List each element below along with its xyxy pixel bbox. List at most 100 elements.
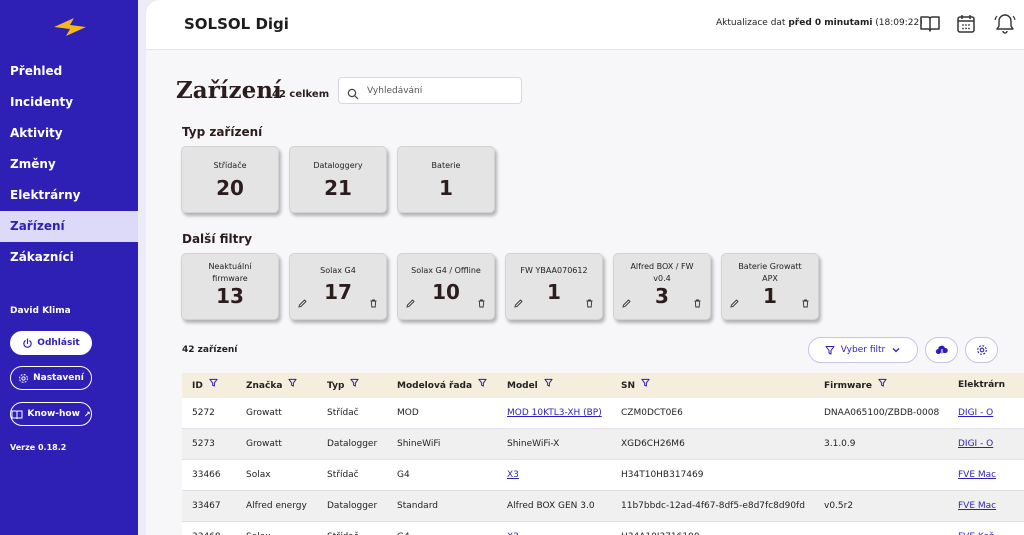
column-filter-icon[interactable] xyxy=(641,373,650,398)
version-label: Verze 0.18.2 xyxy=(10,443,67,452)
sidebar-item-3[interactable]: Změny xyxy=(0,149,138,180)
book-icon[interactable] xyxy=(918,12,942,36)
table-cell[interactable]: DIGI - O xyxy=(958,398,993,429)
column-header-label: ID xyxy=(192,381,203,391)
table-cell: Střídač xyxy=(327,522,359,535)
column-filter-icon[interactable] xyxy=(288,373,298,398)
sidebar-item-4[interactable]: Elektrárny xyxy=(0,180,138,211)
filter-card[interactable]: Neaktuální firmware 13 xyxy=(181,253,279,320)
column-filter-icon[interactable] xyxy=(878,373,887,398)
column-filter-icon[interactable] xyxy=(478,373,487,398)
pencil-icon[interactable] xyxy=(298,293,307,312)
column-header-label: Model xyxy=(507,381,538,391)
device-type-card[interactable]: Střídače 20 xyxy=(181,146,279,213)
trash-icon[interactable] xyxy=(369,293,378,312)
app-title: SOLSOL Digi xyxy=(184,15,289,33)
table-row[interactable]: 33467 Alfred energy Datalogger Standard Alfr… xyxy=(182,491,1024,522)
column-header-label: Značka xyxy=(246,381,283,391)
filter-card[interactable]: Solax G4 / Offline 10 xyxy=(397,253,495,320)
device-type-card[interactable]: Baterie 1 xyxy=(397,146,495,213)
sidebar-item-1[interactable]: Incidenty xyxy=(0,87,138,118)
sidebar-item-6[interactable]: Zákazníci xyxy=(0,242,138,273)
column-filter-icon[interactable] xyxy=(350,373,359,398)
table-cell: G4 xyxy=(397,470,410,480)
table-settings-button[interactable] xyxy=(965,337,998,363)
table-cell: Alfred energy xyxy=(246,501,307,511)
logout-button[interactable]: Odhlásit xyxy=(10,331,92,355)
table-cell: 3.1.0.9 xyxy=(824,439,856,449)
sidebar-item-0[interactable]: Přehled xyxy=(0,56,138,87)
table-cell: H34A10I3716190 xyxy=(621,522,700,535)
select-filter-button[interactable]: Vyber filtr xyxy=(808,337,918,363)
table-cell: Standard xyxy=(397,501,438,511)
column-header[interactable]: Model xyxy=(507,373,553,398)
bell-icon[interactable] xyxy=(990,12,1020,36)
table-cell[interactable]: X3 xyxy=(507,460,519,491)
column-filter-icon[interactable] xyxy=(209,373,218,398)
column-header[interactable]: Typ xyxy=(327,373,359,398)
column-header[interactable]: ID xyxy=(192,373,218,398)
table-cell: DNAA065100/ZBDB-0008 xyxy=(824,408,940,418)
cloud-download-button[interactable] xyxy=(925,337,958,363)
filter-card[interactable]: FW YBAA070612 1 xyxy=(505,253,603,320)
power-icon xyxy=(23,337,33,348)
trash-icon[interactable] xyxy=(693,293,702,312)
column-header-label: SN xyxy=(621,381,636,391)
table-cell: Datalogger xyxy=(327,501,378,511)
column-header[interactable]: Elektrárn xyxy=(958,373,1005,398)
card-label: Solax G4 xyxy=(320,266,356,275)
table-cell[interactable]: FVE Mac xyxy=(958,491,996,522)
filter-icon xyxy=(825,346,835,355)
pencil-icon[interactable] xyxy=(406,293,415,312)
table-cell[interactable]: DIGI - O xyxy=(958,429,993,460)
trash-icon[interactable] xyxy=(585,293,594,312)
table-cell: 33467 xyxy=(192,501,221,511)
sidebar: Přehled Incidenty Aktivity Změny Elektrárny Z… xyxy=(0,0,138,535)
main-panel: SOLSOL Digi Aktualizace dat před 0 minut… xyxy=(146,0,1024,535)
device-type-card[interactable]: Dataloggery 21 xyxy=(289,146,387,213)
trash-icon[interactable] xyxy=(477,293,486,312)
table-cell: Alfred BOX GEN 3.0 xyxy=(507,501,595,511)
table-row[interactable]: 5273 Growatt Datalogger ShineWiFi ShineWiFi-… xyxy=(182,429,1024,460)
cloud-download-icon xyxy=(935,345,948,356)
table-row[interactable]: 5272 Growatt Střídač MOD MOD 10KTL3-XH (BP) C… xyxy=(182,398,1024,429)
table-cell: 33466 xyxy=(192,470,221,480)
column-header[interactable]: Modelová řada xyxy=(397,373,487,398)
filter-card[interactable]: Solax G4 17 xyxy=(289,253,387,320)
column-header[interactable]: Firmware xyxy=(824,373,887,398)
logout-label: Odhlásit xyxy=(37,338,80,348)
search-input[interactable] xyxy=(367,83,517,99)
table-cell[interactable]: FVE Mac xyxy=(958,460,996,491)
update-when: před 0 minutami xyxy=(788,18,873,28)
lightning-logo-icon[interactable] xyxy=(52,14,88,40)
table-cell[interactable]: MOD 10KTL3-XH (BP) xyxy=(507,398,602,429)
table-row[interactable]: 33468 Solax Střídač G4 X3 H34A10I3716190 FVE K… xyxy=(182,522,1024,535)
table-cell[interactable]: X3 xyxy=(507,522,519,535)
column-header[interactable]: Značka xyxy=(246,373,298,398)
knowhow-button[interactable]: Know-how ↗ xyxy=(10,402,92,426)
card-label: Střídače xyxy=(213,161,247,170)
pencil-icon[interactable] xyxy=(730,293,739,312)
card-label: Dataloggery xyxy=(313,161,363,170)
calendar-icon[interactable] xyxy=(954,12,978,36)
filter-card[interactable]: Alfred BOX / FW v0.4 3 xyxy=(613,253,711,320)
chevron-down-icon xyxy=(892,348,900,353)
pencil-icon[interactable] xyxy=(514,293,523,312)
table-cell[interactable]: FVE Kaž xyxy=(958,522,994,535)
update-time: (18:09:22) xyxy=(875,18,923,28)
pencil-icon[interactable] xyxy=(622,293,631,312)
table-cell: H34T10HB317469 xyxy=(621,470,704,480)
column-header-label: Modelová řada xyxy=(397,381,473,391)
sidebar-item-2[interactable]: Aktivity xyxy=(0,118,138,149)
card-label: Solax G4 / Offline xyxy=(411,266,481,275)
gear-icon xyxy=(976,345,987,355)
table-cell: ShineWiFi-X xyxy=(507,439,560,449)
trash-icon[interactable] xyxy=(801,293,810,312)
select-filter-label: Vyber filtr xyxy=(840,345,886,355)
table-row[interactable]: 33466 Solax Střídač G4 X3 H34T10HB317469 FVE M… xyxy=(182,460,1024,491)
column-filter-icon[interactable] xyxy=(544,373,553,398)
filter-card[interactable]: Baterie Growatt APX 1 xyxy=(721,253,819,320)
column-header[interactable]: SN xyxy=(621,373,650,398)
settings-button[interactable]: Nastavení xyxy=(10,366,92,390)
sidebar-item-5[interactable]: Zařízení xyxy=(0,211,138,242)
